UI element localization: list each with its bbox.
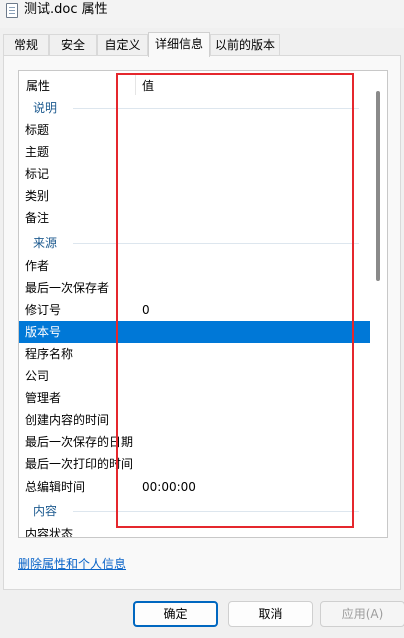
- ok-button[interactable]: 确定: [133, 601, 218, 627]
- property-name: 创建内容的时间: [25, 413, 110, 427]
- tab-details[interactable]: 详细信息: [148, 32, 210, 57]
- property-name: 类别: [25, 189, 50, 203]
- column-header-value[interactable]: 值: [142, 77, 154, 94]
- property-name: 最后一次保存的日期: [25, 435, 134, 449]
- list-item[interactable]: 公司: [19, 365, 371, 387]
- group-origin: 来源: [19, 232, 371, 254]
- list-item[interactable]: 内容状态: [19, 523, 371, 538]
- property-value[interactable]: 0: [142, 299, 150, 321]
- list-item[interactable]: 修订号 0: [19, 299, 371, 321]
- group-divider: [73, 108, 359, 109]
- tab-security[interactable]: 安全: [49, 34, 97, 55]
- list-item[interactable]: 标记: [19, 163, 371, 185]
- property-name: 最后一次打印的时间: [25, 457, 134, 471]
- group-description: 说明: [19, 97, 371, 119]
- list-item[interactable]: 类别: [19, 185, 371, 207]
- cancel-button[interactable]: 取消: [228, 601, 313, 627]
- property-name: 最后一次保存者: [25, 281, 110, 295]
- list-item[interactable]: 最后一次打印的时间: [19, 453, 371, 475]
- group-divider: [73, 243, 359, 244]
- tab-previous-versions[interactable]: 以前的版本: [210, 34, 280, 55]
- property-name: 标题: [25, 123, 50, 137]
- property-name: 标记: [25, 167, 50, 181]
- list-item[interactable]: 主题: [19, 141, 371, 163]
- list-item[interactable]: 最后一次保存的日期: [19, 431, 371, 453]
- list-item[interactable]: 总编辑时间 00:00:00: [19, 476, 371, 498]
- group-label: 说明: [33, 101, 58, 115]
- title-bar: 测试.doc 属性: [0, 0, 404, 28]
- property-name: 公司: [25, 369, 50, 383]
- column-header-property[interactable]: 属性: [26, 77, 50, 94]
- list-item[interactable]: 最后一次保存者: [19, 277, 371, 299]
- property-name: 备注: [25, 211, 50, 225]
- group-label: 内容: [33, 504, 58, 518]
- list-header: 属性 值: [19, 71, 371, 99]
- list-item[interactable]: 备注: [19, 207, 371, 229]
- properties-list[interactable]: 属性 值 说明 标题 主题 标记 类别 备注 来源 作者 最后一次保存者 修订号…: [18, 70, 388, 538]
- tab-strip: 常规 安全 自定义 详细信息 以前的版本: [0, 32, 404, 57]
- apply-button[interactable]: 应用(A): [320, 601, 404, 627]
- list-item[interactable]: 程序名称: [19, 343, 371, 365]
- window-title: 测试.doc 属性: [24, 2, 108, 17]
- list-item[interactable]: 标题: [19, 119, 371, 141]
- vertical-scrollbar[interactable]: [370, 71, 387, 537]
- list-item[interactable]: 作者: [19, 255, 371, 277]
- group-content: 内容: [19, 500, 371, 522]
- group-divider: [73, 511, 359, 512]
- group-label: 来源: [33, 236, 58, 250]
- tab-general[interactable]: 常规: [3, 34, 49, 55]
- remove-properties-link[interactable]: 删除属性和个人信息: [18, 555, 126, 572]
- document-icon: [6, 3, 18, 18]
- tab-custom[interactable]: 自定义: [97, 34, 148, 55]
- property-name: 作者: [25, 259, 50, 273]
- property-name: 程序名称: [25, 347, 74, 361]
- scrollbar-thumb[interactable]: [376, 91, 380, 281]
- property-name: 总编辑时间: [25, 480, 86, 494]
- list-item[interactable]: 创建内容的时间: [19, 409, 371, 431]
- property-name: 修订号: [25, 303, 62, 317]
- property-name: 版本号: [25, 325, 62, 339]
- column-divider[interactable]: [135, 75, 136, 95]
- list-item-selected[interactable]: 版本号: [19, 321, 371, 343]
- property-value[interactable]: 00:00:00: [142, 476, 196, 498]
- property-name: 管理者: [25, 391, 62, 405]
- property-name: 内容状态: [25, 527, 74, 538]
- list-item[interactable]: 管理者: [19, 387, 371, 409]
- property-name: 主题: [25, 145, 50, 159]
